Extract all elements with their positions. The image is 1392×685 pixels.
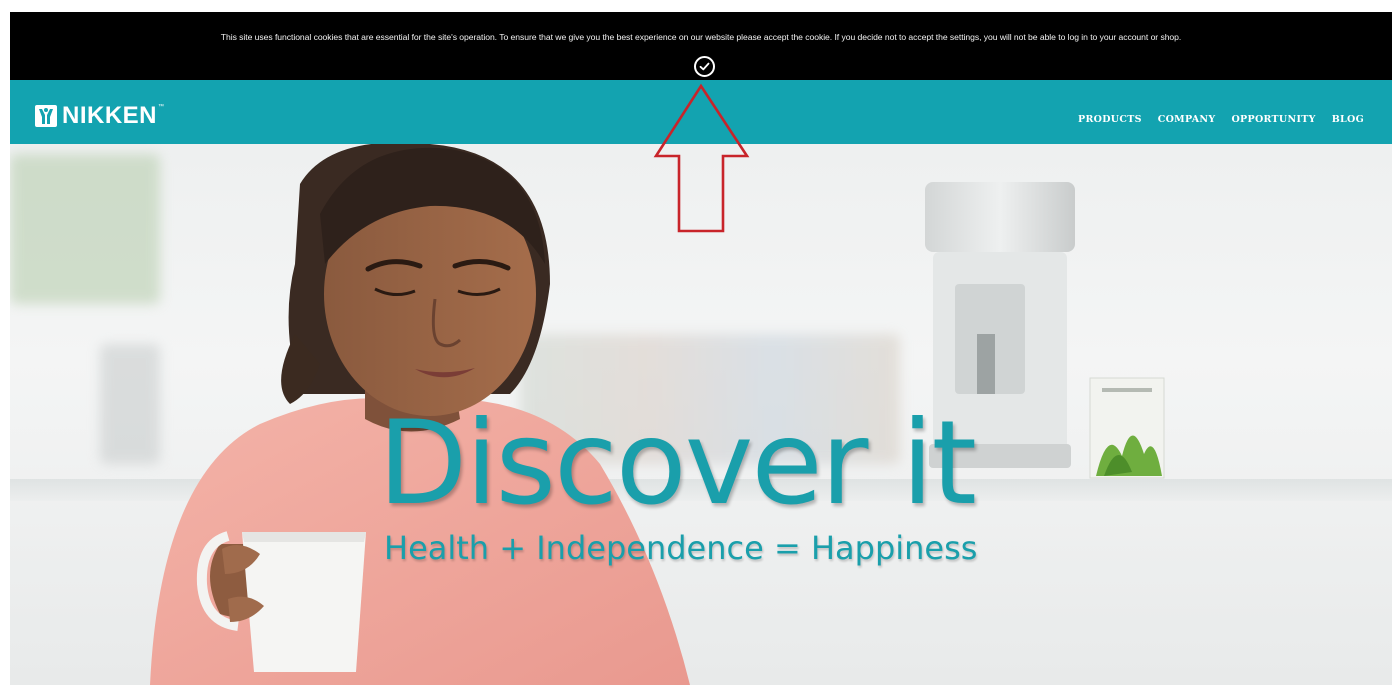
check-circle-icon bbox=[699, 62, 710, 71]
nikken-logo-mark-icon bbox=[35, 105, 57, 127]
cookie-consent-bar: This site uses functional cookies that a… bbox=[10, 12, 1392, 80]
page: This site uses functional cookies that a… bbox=[0, 0, 1392, 685]
nav-blog[interactable]: BLOG bbox=[1332, 114, 1364, 125]
product-box-image bbox=[1089, 377, 1165, 479]
hero-tagline: Health + Independence = Happiness bbox=[384, 529, 978, 567]
main-nav: PRODUCTS COMPANY OPPORTUNITY BLOG bbox=[1078, 114, 1364, 125]
nav-opportunity[interactable]: OPPORTUNITY bbox=[1231, 114, 1315, 125]
nav-company[interactable]: COMPANY bbox=[1158, 114, 1216, 125]
logo-trademark: ™ bbox=[158, 104, 165, 110]
cookie-message: This site uses functional cookies that a… bbox=[220, 32, 1182, 42]
cookie-accept-button[interactable] bbox=[694, 56, 715, 77]
annotation-up-arrow-icon bbox=[653, 83, 750, 233]
hero-headline: Discover it bbox=[378, 396, 977, 531]
logo-text: NIKKEN bbox=[62, 102, 158, 129]
nikken-logo[interactable]: NIKKEN ™ bbox=[34, 104, 164, 128]
nav-products[interactable]: PRODUCTS bbox=[1078, 114, 1142, 125]
